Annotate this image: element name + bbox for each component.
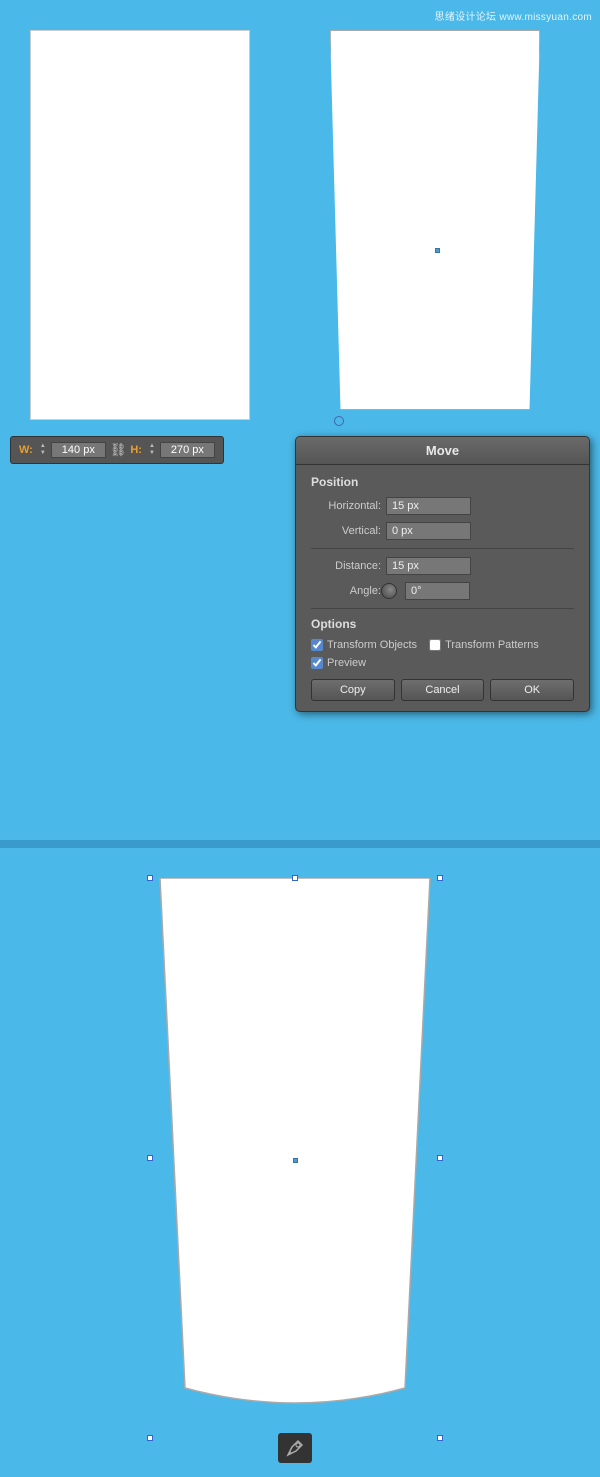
horizontal-label: Horizontal:: [311, 500, 381, 512]
top-canvas-section: 思绪设计论坛 www.missyuan.com W: ▲ ▼ ⛓ H: ▲ ▼ …: [0, 0, 600, 840]
vertical-input[interactable]: [386, 522, 471, 540]
preview-row: Preview: [311, 657, 574, 669]
horizontal-input[interactable]: [386, 497, 471, 515]
preview-checkbox[interactable]: [311, 657, 323, 669]
handle-br: [437, 1435, 443, 1441]
dialog-title: Move: [296, 437, 589, 465]
transform-toolbar: W: ▲ ▼ ⛓ H: ▲ ▼: [10, 436, 224, 464]
transform-objects-checkbox-label[interactable]: Transform Objects: [311, 639, 417, 651]
handle-mr: [437, 1155, 443, 1161]
angle-circle-icon: [381, 583, 397, 599]
options-label: Options: [311, 617, 574, 631]
center-dot-cup: [293, 1158, 298, 1163]
preview-label: Preview: [327, 657, 366, 669]
dialog-buttons: Copy Cancel OK: [311, 679, 574, 701]
cancel-button[interactable]: Cancel: [401, 679, 485, 701]
width-label: W:: [19, 444, 33, 456]
section-divider: [0, 840, 600, 848]
divider2: [311, 608, 574, 609]
options-row: Transform Objects Transform Patterns: [311, 639, 574, 651]
pen-tool-icon: [278, 1433, 312, 1463]
transform-patterns-label: Transform Patterns: [445, 639, 539, 651]
transform-objects-checkbox[interactable]: [311, 639, 323, 651]
move-dialog: Move Position Horizontal: Vertical: Dist…: [295, 436, 590, 712]
anchor-circle: [334, 416, 344, 426]
ok-button[interactable]: OK: [490, 679, 574, 701]
options-section: Options Transform Objects Transform Patt…: [311, 617, 574, 651]
center-dot-right: [435, 248, 440, 253]
distance-row: Distance:: [311, 557, 574, 575]
angle-input[interactable]: [405, 582, 470, 600]
handle-tm: [292, 875, 298, 881]
left-shape: [30, 30, 250, 420]
dialog-body: Position Horizontal: Vertical: Distance:…: [296, 465, 589, 711]
transform-patterns-checkbox[interactable]: [429, 639, 441, 651]
transform-patterns-checkbox-label[interactable]: Transform Patterns: [429, 639, 539, 651]
handle-bl: [147, 1435, 153, 1441]
link-icon: ⛓: [110, 442, 127, 458]
angle-label: Angle:: [311, 585, 381, 597]
horizontal-row: Horizontal:: [311, 497, 574, 515]
copy-button[interactable]: Copy: [311, 679, 395, 701]
height-up-arrow[interactable]: ▲: [149, 443, 155, 450]
vertical-label: Vertical:: [311, 525, 381, 537]
handle-ml: [147, 1155, 153, 1161]
width-up-arrow[interactable]: ▲: [40, 443, 46, 450]
watermark: 思绪设计论坛 www.missyuan.com: [435, 8, 592, 23]
height-spinner[interactable]: ▲ ▼: [149, 443, 155, 456]
bottom-canvas-section: [0, 848, 600, 1477]
handle-tr: [437, 875, 443, 881]
vertical-row: Vertical:: [311, 522, 574, 540]
width-input[interactable]: [51, 442, 106, 458]
height-label: H:: [130, 444, 142, 456]
right-shape: [330, 30, 540, 410]
height-down-arrow[interactable]: ▼: [149, 450, 155, 457]
width-down-arrow[interactable]: ▼: [40, 450, 46, 457]
angle-row: Angle:: [311, 582, 574, 600]
preview-checkbox-label[interactable]: Preview: [311, 657, 366, 669]
pen-tool-svg: [284, 1437, 306, 1459]
height-input[interactable]: [160, 442, 215, 458]
position-section-label: Position: [311, 475, 574, 489]
transform-objects-label: Transform Objects: [327, 639, 417, 651]
divider1: [311, 548, 574, 549]
width-spinner[interactable]: ▲ ▼: [40, 443, 46, 456]
distance-label: Distance:: [311, 560, 381, 572]
handle-tl: [147, 875, 153, 881]
distance-input[interactable]: [386, 557, 471, 575]
